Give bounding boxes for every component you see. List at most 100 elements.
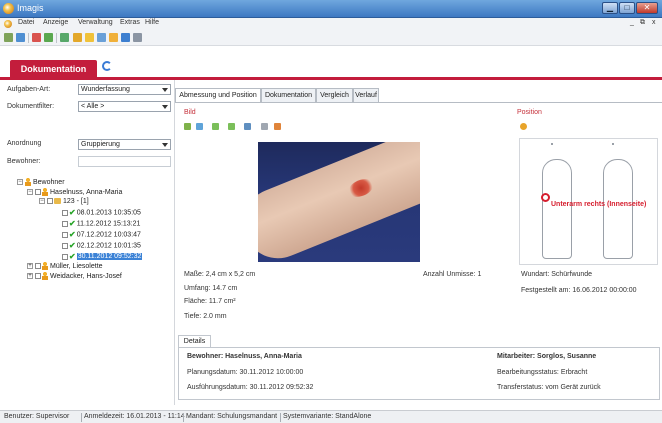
edit-icon[interactable] — [244, 123, 251, 130]
tree-node-person[interactable]: + Weidacker, Hans-Josef — [27, 272, 122, 282]
tree-node-entry[interactable]: ✔07.12.2012 10:03:47 — [62, 230, 141, 240]
aufgaben-art-label: Aufgaben-Art: — [7, 86, 51, 93]
user-icon[interactable] — [97, 33, 106, 42]
mdi-restore-button[interactable]: ⧉ — [640, 19, 645, 27]
module-bar: Dokumentation — [0, 46, 662, 80]
anordnung-label: Anordnung — [7, 140, 42, 147]
mdi-minimize-button[interactable]: _ — [630, 19, 634, 26]
dokumentfilter-select[interactable]: < Alle > — [78, 101, 171, 112]
window-title: Imagis — [17, 3, 44, 13]
users-icon[interactable] — [73, 33, 82, 42]
checkbox[interactable] — [35, 273, 41, 279]
tree-node-entry-selected[interactable]: ✔ 30.11.2012 09:52:32 — [62, 252, 143, 262]
details-ausfuehrungsdatum: Ausführungsdatum: 30.11.2012 09:52:32 — [187, 384, 314, 391]
checkbox[interactable] — [62, 220, 68, 227]
checkmark-icon: ✔ — [69, 219, 76, 228]
checkmark-icon: ✔ — [69, 241, 76, 250]
wound-location-marker[interactable] — [541, 193, 550, 202]
anordnung-value: Gruppierung — [81, 141, 120, 148]
tree-node-entry[interactable]: ✔11.12.2012 15:13:21 — [62, 219, 140, 229]
menu-verwaltung[interactable]: Verwaltung — [78, 19, 113, 26]
collapse-icon[interactable]: − — [27, 189, 33, 195]
dokumentfilter-label: Dokumentfilter: — [7, 103, 55, 110]
tree-node-label: 08.01.2013 10:35:05 — [76, 209, 141, 217]
checkbox[interactable] — [62, 231, 68, 238]
checkbox[interactable] — [62, 242, 68, 249]
checkbox[interactable] — [47, 198, 53, 205]
collapse-icon[interactable]: − — [39, 198, 45, 205]
chevron-down-icon — [162, 105, 168, 109]
wound-location-label: Unterarm rechts (Innenseite) — [551, 201, 647, 208]
back-icon[interactable] — [184, 123, 191, 130]
tab-vergleich[interactable]: Vergleich — [316, 88, 353, 102]
checkbox[interactable] — [35, 263, 41, 269]
head-back — [612, 143, 614, 145]
aufgaben-art-select[interactable]: Wunderfassung — [78, 84, 171, 95]
back-icon[interactable] — [4, 33, 13, 42]
forward-icon[interactable] — [16, 33, 25, 42]
bewohner-input[interactable] — [78, 156, 171, 167]
checkbox[interactable] — [35, 189, 41, 195]
tree-node-root[interactable]: − Bewohner — [17, 178, 65, 188]
minimize-button[interactable]: ▁ — [602, 2, 618, 14]
anordnung-select[interactable]: Gruppierung — [78, 139, 171, 150]
tree-node-entry[interactable]: ✔02.12.2012 10:01:35 — [62, 241, 141, 251]
tab-verlauf[interactable]: Verlauf — [353, 88, 379, 102]
chevron-down-icon — [162, 143, 168, 147]
forward-icon[interactable] — [196, 123, 203, 130]
menu-datei[interactable]: Datei — [18, 19, 34, 26]
tree-node-group[interactable]: − 123 - [1] — [39, 198, 89, 208]
menu-extras[interactable]: Extras — [120, 19, 140, 26]
details-bewohner: Bewohner: Haselnuss, Anna-Maria — [187, 353, 302, 360]
tree-node-label: 02.12.2012 10:01:35 — [76, 242, 141, 250]
expand-icon[interactable]: + — [27, 273, 33, 279]
tab-abmessung-position[interactable]: Abmessung und Position — [175, 88, 261, 103]
tree-node-person[interactable]: + Müller, Liesolette — [27, 262, 103, 272]
person-icon — [25, 178, 31, 186]
wundart-text: Wundart: Schürfwunde — [521, 271, 593, 278]
person-icon[interactable] — [520, 123, 527, 130]
status-systemvariante: Systemvariante: StandAlone — [283, 413, 372, 420]
dokumentfilter-value: < Alle > — [81, 103, 105, 110]
calendar-icon[interactable] — [121, 33, 130, 42]
toolbar-separator — [56, 33, 57, 43]
refresh-icon[interactable] — [102, 61, 112, 71]
tree-node-person[interactable]: − Haselnuss, Anna-Maria — [27, 188, 122, 198]
status-benutzer: Benutzer: Supervisor — [4, 413, 70, 420]
menu-anzeige[interactable]: Anzeige — [43, 19, 68, 26]
collapse-icon[interactable]: − — [17, 179, 23, 185]
aufgaben-art-value: Wunderfassung — [81, 86, 130, 93]
tree-node-label: 30.11.2012 09:52:32 — [76, 253, 143, 261]
person-icon — [42, 272, 48, 280]
tree-node-label: 11.12.2012 15:13:21 — [76, 220, 141, 228]
head-front — [551, 143, 553, 145]
group-icon[interactable] — [85, 33, 94, 42]
expand-icon[interactable]: + — [27, 263, 33, 269]
window-titlebar[interactable]: Imagis ▁ □ ✕ — [0, 0, 662, 18]
menu-hilfe[interactable]: Hilfe — [145, 19, 159, 26]
print-icon[interactable] — [261, 123, 268, 130]
module-tab-dokumentation[interactable]: Dokumentation — [10, 60, 97, 78]
close-button[interactable]: ✕ — [636, 2, 658, 14]
edit-icon[interactable] — [32, 33, 41, 42]
app-menu-icon[interactable] — [4, 20, 12, 28]
tree-node-label: Weidacker, Hans-Josef — [50, 272, 122, 280]
document-icon[interactable] — [60, 33, 69, 42]
camera-icon[interactable] — [274, 123, 281, 130]
checkbox[interactable] — [62, 209, 68, 216]
status-mandant: Mandant: Schulungsmandant — [186, 413, 278, 420]
shield-icon[interactable] — [44, 33, 53, 42]
checkmark-icon: ✔ — [69, 230, 76, 239]
maximize-button[interactable]: □ — [619, 2, 635, 14]
checkbox[interactable] — [62, 253, 68, 260]
person-icon[interactable] — [109, 33, 118, 42]
mdi-close-button[interactable]: x — [652, 19, 656, 26]
notes-icon[interactable] — [133, 33, 142, 42]
tree-node-label: Bewohner — [33, 178, 65, 186]
next-icon[interactable] — [228, 123, 235, 130]
tab-dokumentation[interactable]: Dokumentation — [261, 88, 316, 102]
previous-icon[interactable] — [212, 123, 219, 130]
tree-node-entry[interactable]: ✔08.01.2013 10:35:05 — [62, 208, 141, 218]
tree-node-label: Haselnuss, Anna-Maria — [50, 188, 123, 196]
checkmark-icon: ✔ — [69, 208, 76, 217]
